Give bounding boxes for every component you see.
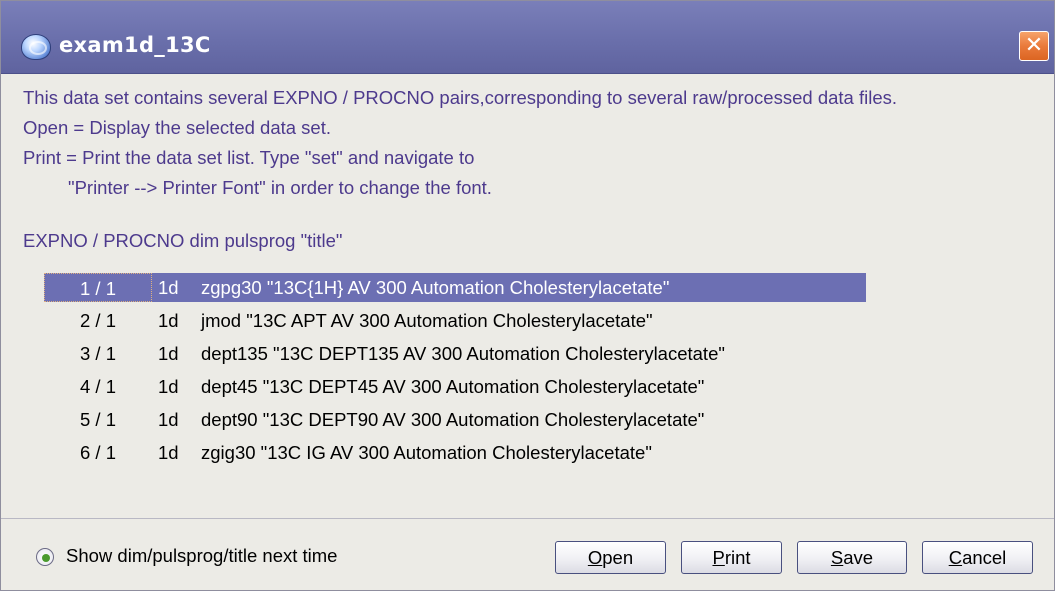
dataset-row[interactable]: 2 / 1 1d jmod "13C APT AV 300 Automation C… [44,306,1044,335]
row-expno: 4 / 1 [80,376,116,397]
print-button[interactable]: Print [681,541,782,574]
title-bar[interactable]: exam1d_13C ✕ [1,1,1054,74]
row-dim: 1d [158,409,179,430]
row-expno: 2 / 1 [80,310,116,331]
open-button[interactable]: Open [555,541,666,574]
dataset-row[interactable]: 6 / 1 1d zgig30 "13C IG AV 300 Automation … [44,438,1044,467]
window-title: exam1d_13C [59,33,211,57]
info-line-1: This data set contains several EXPNO / P… [23,87,897,108]
row-description: zgpg30 "13C{1H} AV 300 Automation Choles… [201,277,670,298]
dataset-list[interactable]: 1 / 1 1d zgpg30 "13C{1H} AV 300 Automation… [44,273,1044,471]
radio-selected-indicator [42,554,50,562]
show-option-label[interactable]: Show dim/pulsprog/title next time [66,545,337,567]
dataset-row[interactable]: 4 / 1 1d dept45 "13C DEPT45 AV 300 Automat… [44,372,1044,401]
dataset-row[interactable]: 5 / 1 1d dept90 "13C DEPT90 AV 300 Automat… [44,405,1044,434]
info-line-2: Open = Display the selected data set. [23,117,332,138]
footer-divider [1,518,1054,519]
close-button[interactable]: ✕ [1019,31,1049,61]
info-line-3: Print = Print the data set list. Type "s… [23,147,475,168]
row-dim: 1d [158,376,179,397]
show-option-radio[interactable] [36,548,54,566]
row-description: jmod "13C APT AV 300 Automation Choleste… [201,310,653,331]
row-expno: 1 / 1 [44,273,152,302]
dataset-selection-dialog: exam1d_13C ✕ This data set contains seve… [0,0,1055,591]
row-dim: 1d [158,310,179,331]
row-description: dept90 "13C DEPT90 AV 300 Automation Cho… [201,409,705,430]
cancel-button[interactable]: Cancel [922,541,1033,574]
list-header: EXPNO / PROCNO dim pulsprog "title" [23,230,343,251]
info-text: This data set contains several EXPNO / P… [23,83,1053,203]
row-description: dept135 "13C DEPT135 AV 300 Automation C… [201,343,725,364]
row-expno: 3 / 1 [80,343,116,364]
info-line-4: "Printer --> Printer Font" in order to c… [68,177,492,198]
save-button[interactable]: Save [797,541,907,574]
row-dim: 1d [158,343,179,364]
bruker-app-icon [21,34,51,60]
dataset-row[interactable]: 1 / 1 1d zgpg30 "13C{1H} AV 300 Automation… [44,273,866,302]
dataset-row[interactable]: 3 / 1 1d dept135 "13C DEPT135 AV 300 Autom… [44,339,1044,368]
close-icon: ✕ [1024,33,1044,58]
row-expno: 6 / 1 [80,442,116,463]
row-description: dept45 "13C DEPT45 AV 300 Automation Cho… [201,376,705,397]
row-dim: 1d [158,277,179,298]
row-expno: 5 / 1 [80,409,116,430]
row-description: zgig30 "13C IG AV 300 Automation Cholest… [201,442,652,463]
row-dim: 1d [158,442,179,463]
